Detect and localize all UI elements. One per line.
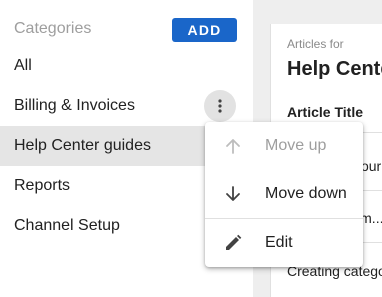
articles-for-label: Articles for (287, 37, 344, 51)
arrow-up-icon (221, 134, 245, 158)
more-options-button[interactable] (204, 90, 236, 122)
menu-item-label: Move down (265, 185, 347, 202)
menu-item-label: Edit (265, 234, 293, 251)
categories-header: Categories (14, 20, 92, 37)
more-vert-icon (218, 99, 222, 113)
menu-item-move-up[interactable]: Move up (205, 122, 363, 170)
card-title: Help Center guides (287, 58, 382, 80)
category-context-menu: Move up Move down Edit (205, 122, 363, 267)
category-item-all[interactable]: All (0, 46, 253, 86)
menu-item-label: Move up (265, 137, 327, 154)
arrow-down-icon (221, 182, 245, 206)
category-label: Help Center guides (14, 137, 151, 154)
add-category-button[interactable]: ADD (172, 18, 237, 42)
menu-item-move-down[interactable]: Move down (205, 170, 363, 218)
pencil-icon (221, 231, 245, 255)
category-label: Reports (14, 177, 71, 194)
menu-item-edit[interactable]: Edit (205, 219, 363, 267)
category-label: Billing & Invoices (14, 97, 135, 114)
category-label: Channel Setup (14, 217, 120, 234)
column-header-article-title[interactable]: Article Title (287, 104, 363, 120)
category-label: All (14, 57, 32, 74)
